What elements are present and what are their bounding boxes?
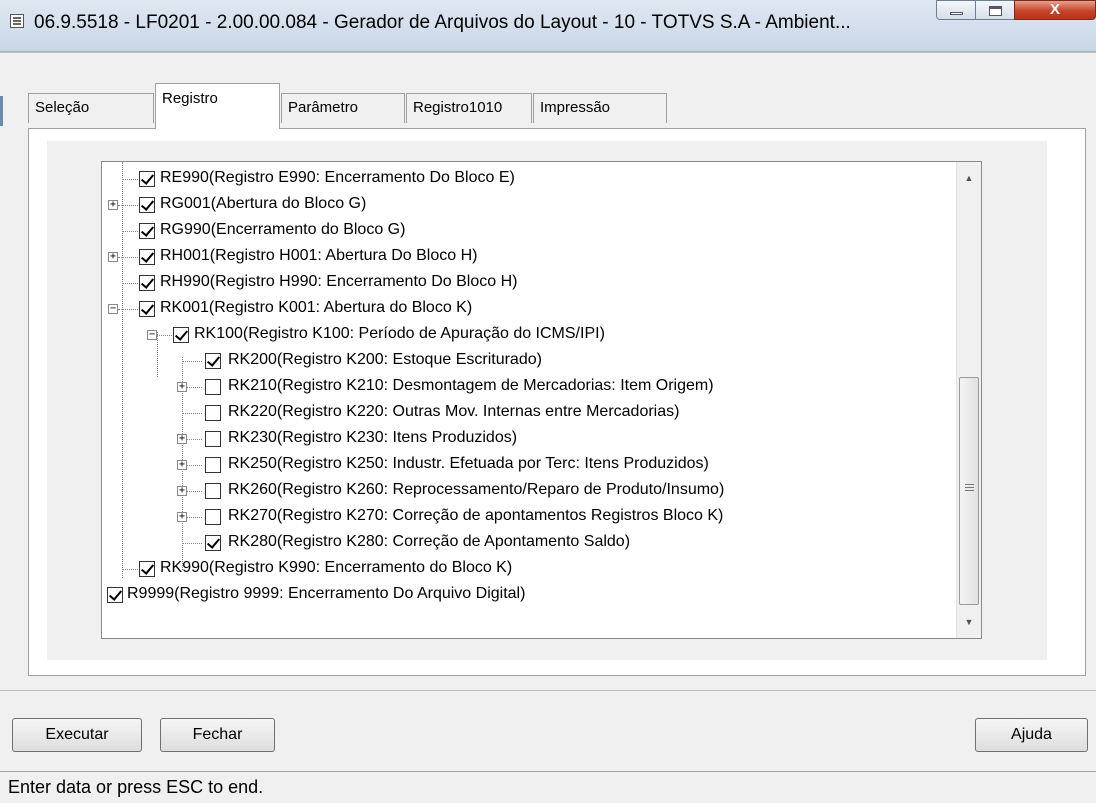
tab-registro1010[interactable]: Registro1010: [406, 93, 532, 123]
tree-vertical-scrollbar[interactable]: ▲ ▼: [956, 162, 981, 638]
status-bar: Enter data or press ESC to end.: [0, 771, 1096, 803]
collapse-icon[interactable]: −: [108, 304, 118, 314]
checkbox[interactable]: [205, 457, 221, 473]
status-text: Enter data or press ESC to end.: [8, 777, 264, 797]
minimize-icon[interactable]: [936, 0, 976, 20]
tree-item-label: RG990(Encerramento do Bloco G): [160, 221, 406, 238]
scroll-up-arrow-icon[interactable]: ▲: [957, 166, 981, 190]
tree-connector: [187, 387, 202, 388]
expand-icon[interactable]: +: [177, 460, 187, 470]
tree-item-label: RK990(Registro K990: Encerramento do Blo…: [160, 559, 513, 576]
button-area-separator: [0, 690, 1096, 691]
title-separator: [0, 52, 1096, 53]
tab-parametro[interactable]: Parâmetro: [281, 93, 405, 123]
tree-connector: [122, 231, 138, 232]
checkbox[interactable]: [139, 561, 155, 577]
tree-connector: [122, 283, 138, 284]
tree-connector: [182, 543, 202, 544]
tree-item-label: RK210(Registro K210: Desmontagem de Merc…: [228, 377, 714, 394]
tree-connector: [187, 465, 202, 466]
checkbox[interactable]: [139, 223, 155, 239]
scrollbar-thumb[interactable]: [959, 377, 979, 605]
tree-item-label: RK280(Registro K280: Correção de Apontam…: [228, 533, 631, 550]
window-app-icon[interactable]: [10, 14, 24, 28]
tree-connector: [157, 332, 158, 377]
tree-connector: [182, 361, 202, 362]
tree-item-label: RH990(Registro H990: Encerramento Do Blo…: [160, 273, 518, 290]
tree-connector: [118, 257, 138, 258]
tree-connector: [187, 491, 202, 492]
checkbox[interactable]: [139, 275, 155, 291]
tree-connector: [182, 413, 202, 414]
maximize-icon[interactable]: [975, 0, 1015, 20]
tree-item-label: RH001(Registro H001: Abertura Do Bloco H…: [160, 247, 478, 264]
tree-item-label: RK100(Registro K100: Período de Apuração…: [194, 325, 605, 342]
tree-item-label: RK270(Registro K270: Correção de apontam…: [228, 507, 724, 524]
tree-connector: [122, 179, 138, 180]
tree-item-label: RK230(Registro K230: Itens Produzidos): [228, 429, 518, 446]
tab-registro[interactable]: Registro: [155, 83, 280, 129]
expand-icon[interactable]: +: [177, 382, 187, 392]
tree-item-label: RK260(Registro K260: Reprocessamento/Rep…: [228, 481, 725, 498]
tab-selecao[interactable]: Seleção: [28, 93, 154, 123]
expand-icon[interactable]: +: [108, 200, 118, 210]
grip-icon: [965, 484, 974, 485]
window-title: 06.9.5518 - LF0201 - 2.00.00.084 - Gerad…: [34, 12, 851, 33]
checkbox[interactable]: [205, 483, 221, 499]
checkbox[interactable]: [205, 431, 221, 447]
tree-item-label: RK220(Registro K220: Outras Mov. Interna…: [228, 403, 680, 420]
checkbox[interactable]: [139, 249, 155, 265]
tree-item-label: RK200(Registro K200: Estoque Escriturado…: [228, 351, 542, 368]
checkbox[interactable]: [107, 587, 123, 603]
checkbox[interactable]: [139, 301, 155, 317]
scroll-down-arrow-icon[interactable]: ▼: [957, 610, 981, 634]
checkbox[interactable]: [205, 509, 221, 525]
checkbox[interactable]: [205, 405, 221, 421]
tree-item-label: RK250(Registro K250: Industr. Efetuada p…: [228, 455, 709, 472]
help-button[interactable]: Ajuda: [975, 718, 1088, 752]
tree-connector: [118, 205, 138, 206]
execute-button[interactable]: Executar: [12, 718, 142, 752]
collapse-icon[interactable]: −: [147, 330, 157, 340]
expand-icon[interactable]: +: [177, 486, 187, 496]
expand-icon[interactable]: +: [177, 434, 187, 444]
tree-item-label: RG001(Abertura do Bloco G): [160, 195, 367, 212]
tree-item-label: RE990(Registro E990: Encerramento Do Blo…: [160, 169, 515, 186]
checkbox[interactable]: [139, 171, 155, 187]
tree-connector: [157, 335, 172, 336]
tree-connector: [187, 517, 202, 518]
tree-connector: [122, 569, 138, 570]
checkbox[interactable]: [139, 197, 155, 213]
checkbox[interactable]: [205, 353, 221, 369]
expand-icon[interactable]: +: [108, 252, 118, 262]
tab-impressao[interactable]: Impressão: [533, 93, 667, 123]
checkbox[interactable]: [173, 327, 189, 343]
tree-connector: [122, 162, 123, 578]
close-icon[interactable]: X: [1014, 0, 1096, 20]
title-bar: 06.9.5518 - LF0201 - 2.00.00.084 - Gerad…: [0, 0, 1096, 52]
tree-item-label: RK001(Registro K001: Abertura do Bloco K…: [160, 299, 473, 316]
tree-connector: [187, 439, 202, 440]
checkbox[interactable]: [205, 535, 221, 551]
close-button[interactable]: Fechar: [160, 718, 275, 752]
expand-icon[interactable]: +: [177, 512, 187, 522]
window-edge-accent: [0, 96, 3, 126]
register-tree[interactable]: RE990(Registro E990: Encerramento Do Blo…: [101, 161, 982, 639]
tree-item-label: R9999(Registro 9999: Encerramento Do Arq…: [127, 585, 526, 602]
tree-connector: [118, 309, 138, 310]
checkbox[interactable]: [205, 379, 221, 395]
